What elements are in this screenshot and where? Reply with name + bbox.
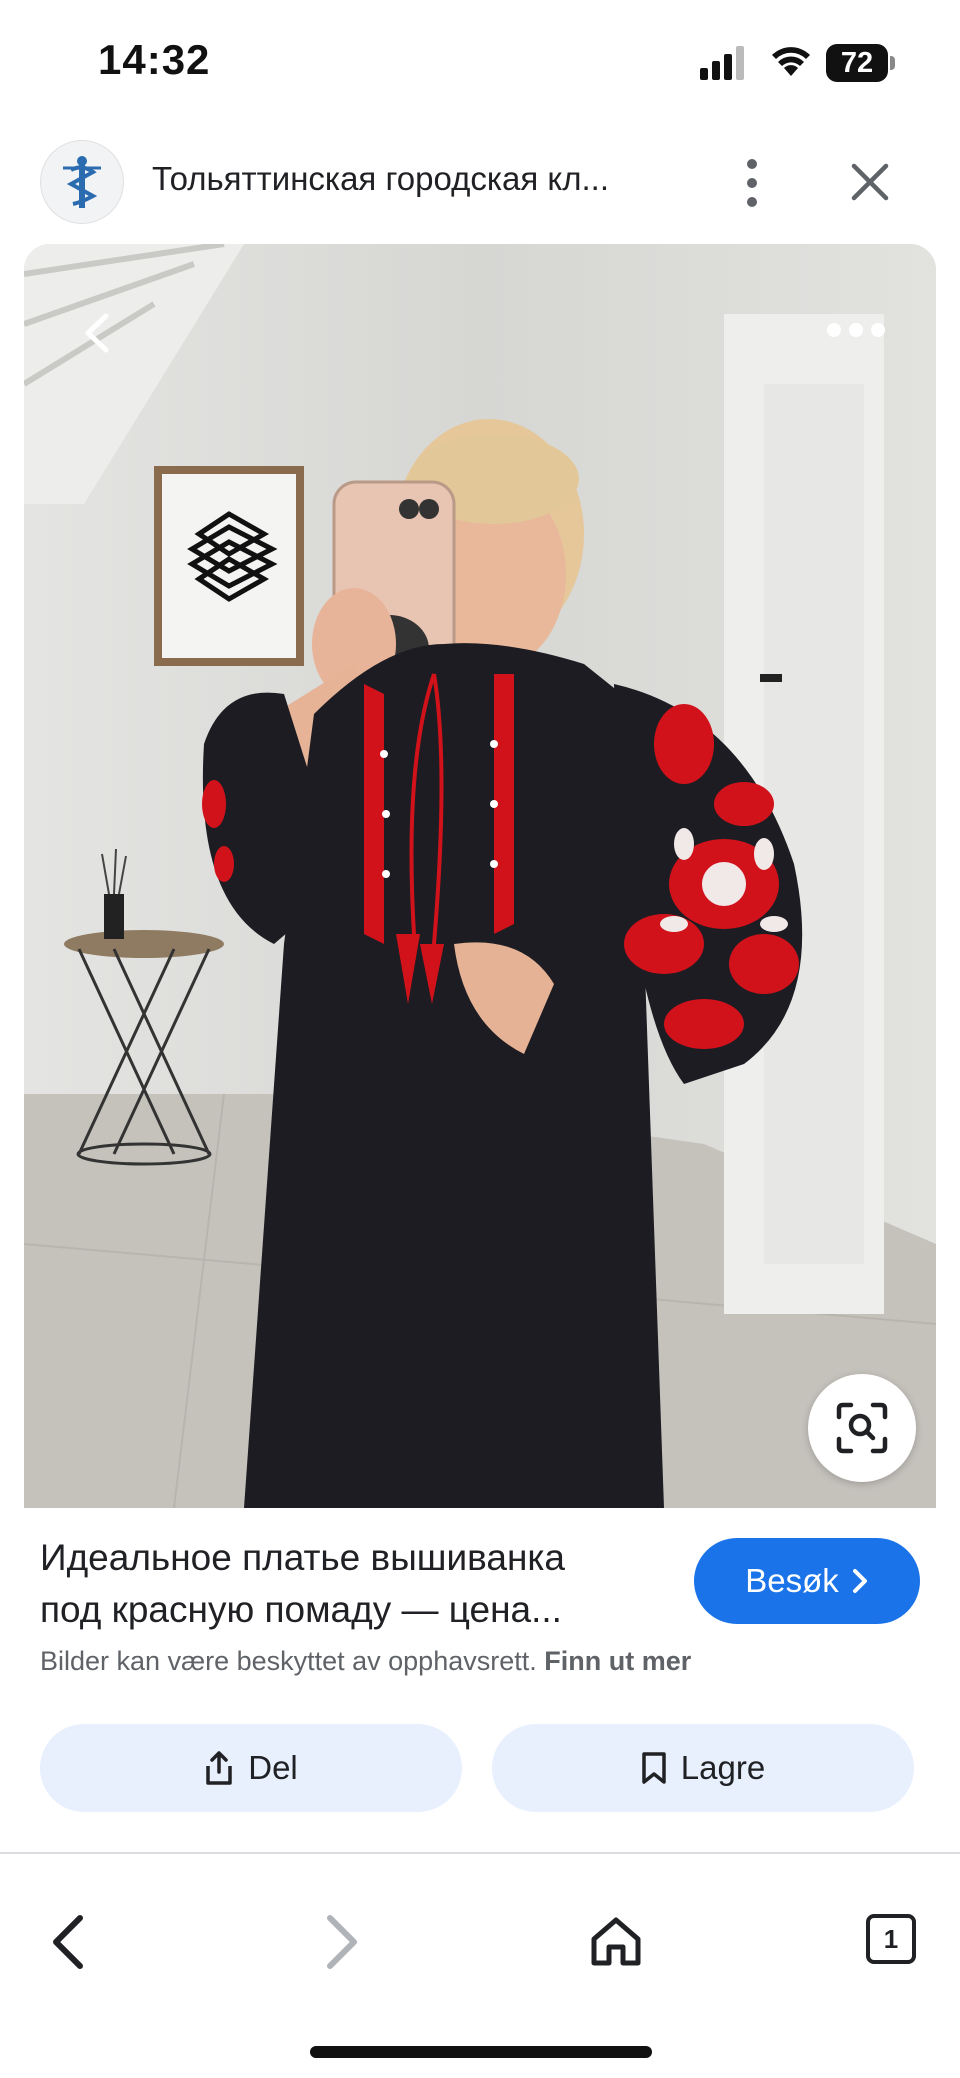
- lens-search-icon: [836, 1402, 888, 1454]
- share-button[interactable]: Del: [40, 1724, 462, 1812]
- visit-label: Besøk: [745, 1562, 839, 1599]
- image-more-icon[interactable]: [824, 318, 888, 342]
- share-label: Del: [248, 1749, 298, 1786]
- browser-header: Тольяттинская городская кл...: [0, 130, 960, 240]
- wifi-icon: [772, 47, 810, 76]
- status-time: 14:32: [98, 36, 211, 83]
- share-icon: [206, 1751, 232, 1785]
- tabs-button[interactable]: 1: [866, 1914, 916, 1964]
- save-label: Lagre: [680, 1749, 766, 1786]
- home-indicator[interactable]: [310, 2046, 652, 2058]
- result-title-line1: Идеальное платье вышиванка: [40, 1537, 565, 1578]
- site-title[interactable]: Тольяттинская городская кл...: [152, 160, 692, 198]
- status-bar: 14:32 72: [0, 0, 960, 120]
- browser-forward-button[interactable]: [310, 1910, 374, 1974]
- copyright-text: Bilder kan være beskyttet av opphavsrett…: [40, 1646, 537, 1676]
- browser-back-button[interactable]: [36, 1910, 100, 1974]
- home-icon: [591, 1917, 641, 1966]
- battery-icon: 72: [826, 44, 896, 82]
- battery-level: 72: [826, 44, 888, 82]
- copyright-notice: Bilder kan være beskyttet av opphavsrett…: [40, 1646, 691, 1677]
- more-vertical-icon[interactable]: [730, 156, 774, 210]
- learn-more-link[interactable]: Finn ut mer: [544, 1646, 691, 1676]
- cellular-signal-icon: [700, 46, 744, 80]
- chevron-right-icon: [327, 1915, 357, 1969]
- bookmark-icon: [642, 1752, 666, 1784]
- home-button[interactable]: [584, 1910, 648, 1974]
- visit-button[interactable]: Besøk: [694, 1538, 920, 1624]
- save-button[interactable]: Lagre: [492, 1724, 914, 1812]
- site-logo[interactable]: [40, 140, 124, 224]
- chevron-right-icon: [852, 1569, 867, 1593]
- chevron-left-icon: [53, 1915, 83, 1969]
- photo-illustration: [24, 244, 936, 1508]
- image-preview[interactable]: [24, 244, 936, 1508]
- result-title[interactable]: Идеальное платье вышиванка под красную п…: [40, 1532, 680, 1636]
- close-icon[interactable]: [848, 160, 892, 204]
- caduceus-icon: [63, 156, 101, 208]
- toolbar-divider: [0, 1852, 960, 1854]
- lens-search-button[interactable]: [808, 1374, 916, 1482]
- result-title-line2: под красную помаду — цена...: [40, 1589, 562, 1630]
- image-back-icon[interactable]: [76, 308, 116, 358]
